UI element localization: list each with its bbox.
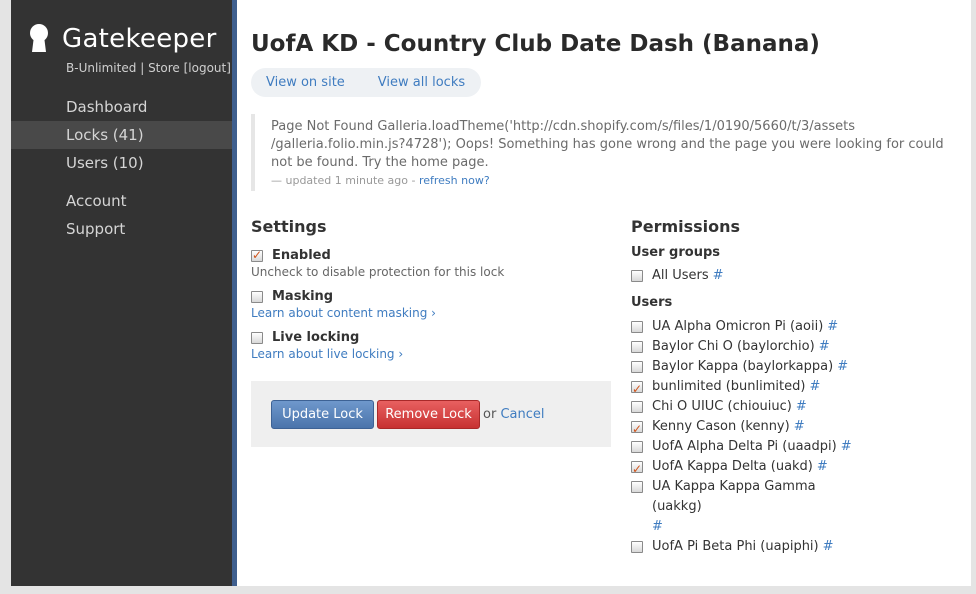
- user-checkbox[interactable]: [631, 419, 643, 439]
- user-hash-link[interactable]: #: [796, 397, 807, 417]
- user-label[interactable]: Kenny Cason (kenny): [652, 417, 790, 437]
- user-hash-link[interactable]: #: [794, 417, 805, 437]
- user-checkbox[interactable]: [631, 541, 643, 553]
- user-label-text[interactable]: UA Kappa Kappa Gamma (uakkg): [652, 479, 816, 514]
- user-row: Baylor Chi O (baylorchio) #: [631, 337, 951, 357]
- user-label[interactable]: UofA Pi Beta Phi (uapiphi): [652, 537, 819, 557]
- user-row: UofA Alpha Delta Pi (uaadpi) #: [631, 437, 951, 457]
- user-checkbox[interactable]: [631, 379, 643, 399]
- store-line: B-Unlimited | Store [logout]: [66, 61, 231, 75]
- sidebar: Gatekeeper B-Unlimited | Store [logout] …: [11, 0, 232, 586]
- store-name: B-Unlimited: [66, 61, 137, 75]
- sidebar-item-support[interactable]: Support: [11, 215, 232, 243]
- masking-label[interactable]: Masking: [272, 289, 333, 304]
- lock-tabs: View on site View all locks: [251, 68, 482, 97]
- user-groups-heading: User groups: [631, 245, 720, 260]
- sidebar-nav: Dashboard Locks (41) Users (10) Account …: [11, 93, 232, 243]
- user-label[interactable]: Chi O UIUC (chiouiuc): [652, 397, 792, 417]
- cancel-link[interactable]: Cancel: [500, 407, 544, 422]
- user-hash-link[interactable]: #: [841, 437, 852, 457]
- enabled-label[interactable]: Enabled: [272, 248, 331, 263]
- live-locking-learn-link[interactable]: Learn about live locking ›: [251, 347, 611, 361]
- permissions-panel: Permissions User groups All Users # User…: [631, 217, 951, 557]
- sidebar-item-users[interactable]: Users (10): [11, 149, 232, 177]
- page-preview-notice: Page Not Found Galleria.loadTheme('http:…: [251, 114, 957, 191]
- store-separator: |: [140, 61, 145, 75]
- user-hash-link[interactable]: #: [809, 377, 820, 397]
- user-checkbox[interactable]: [631, 441, 643, 453]
- user-row: UA Alpha Omicron Pi (aoii) #: [631, 317, 951, 337]
- masking-row: Masking: [251, 289, 611, 304]
- user-hash-link[interactable]: #: [837, 357, 848, 377]
- user-hash-link[interactable]: #: [652, 517, 857, 537]
- user-label[interactable]: UA Alpha Omicron Pi (aoii): [652, 317, 823, 337]
- refresh-link[interactable]: refresh now?: [419, 174, 490, 187]
- user-hash-link[interactable]: #: [823, 537, 834, 557]
- keyhole-icon: [29, 24, 49, 54]
- user-label[interactable]: UofA Alpha Delta Pi (uaadpi): [652, 437, 837, 457]
- user-row: Kenny Cason (kenny) #: [631, 417, 951, 439]
- user-checkbox[interactable]: [631, 361, 643, 373]
- user-row: Chi O UIUC (chiouiuc) #: [631, 397, 951, 417]
- user-label[interactable]: Baylor Chi O (baylorchio): [652, 337, 815, 357]
- update-lock-button[interactable]: Update Lock: [271, 400, 374, 429]
- logout-link[interactable]: [logout]: [184, 61, 231, 75]
- all-users-hash-link[interactable]: #: [713, 266, 724, 286]
- live-locking-row: Live locking: [251, 330, 611, 345]
- main-content: UofA KD - Country Club Date Dash (Banana…: [237, 0, 971, 586]
- app-name: Gatekeeper: [62, 24, 217, 54]
- settings-heading: Settings: [251, 217, 327, 236]
- live-locking-checkbox[interactable]: [251, 331, 263, 344]
- user-row: UofA Kappa Delta (uakd) #: [631, 457, 951, 479]
- user-row: UofA Pi Beta Phi (uapiphi) #: [631, 537, 951, 557]
- store-link[interactable]: Store: [148, 61, 180, 75]
- page-title: UofA KD - Country Club Date Dash (Banana…: [251, 31, 820, 57]
- user-hash-link[interactable]: #: [817, 457, 828, 477]
- or-cancel: or Cancel: [483, 407, 545, 422]
- preview-message: Page Not Found Galleria.loadTheme('http:…: [271, 119, 944, 170]
- view-all-locks-link[interactable]: View all locks: [378, 75, 465, 90]
- user-list: UA Alpha Omicron Pi (aoii) # Baylor Chi …: [631, 317, 951, 557]
- preview-meta: — updated 1 minute ago - refresh now?: [271, 174, 957, 187]
- user-row: bunlimited (bunlimited) #: [631, 377, 951, 399]
- or-text: or: [483, 407, 497, 422]
- view-on-site-link[interactable]: View on site: [266, 75, 345, 90]
- user-label[interactable]: Baylor Kappa (baylorkappa): [652, 357, 833, 377]
- user-hash-link[interactable]: #: [819, 337, 830, 357]
- sidebar-item-dashboard[interactable]: Dashboard: [11, 93, 232, 121]
- all-users-checkbox[interactable]: [631, 270, 643, 282]
- user-checkbox[interactable]: [631, 459, 643, 479]
- sidebar-item-account[interactable]: Account: [11, 187, 232, 215]
- enabled-help: Uncheck to disable protection for this l…: [251, 265, 505, 279]
- user-row: UA Kappa Kappa Gamma (uakkg) #: [631, 477, 951, 537]
- user-label[interactable]: UA Kappa Kappa Gamma (uakkg) #: [652, 477, 857, 537]
- all-users-label[interactable]: All Users: [652, 266, 709, 286]
- enabled-checkbox[interactable]: [251, 248, 263, 262]
- brand[interactable]: Gatekeeper: [29, 24, 217, 54]
- user-checkbox[interactable]: [631, 321, 643, 333]
- user-checkbox[interactable]: [631, 341, 643, 353]
- user-checkbox[interactable]: [631, 481, 643, 493]
- enabled-row: Enabled: [251, 248, 611, 263]
- live-locking-label[interactable]: Live locking: [272, 330, 359, 345]
- user-label[interactable]: UofA Kappa Delta (uakd): [652, 457, 813, 477]
- permissions-heading: Permissions: [631, 217, 741, 236]
- masking-learn-link[interactable]: Learn about content masking ›: [251, 306, 611, 320]
- sidebar-item-locks[interactable]: Locks (41): [11, 121, 232, 149]
- form-actions: Update Lock Remove Lock or Cancel: [251, 381, 611, 447]
- masking-checkbox[interactable]: [251, 290, 263, 303]
- user-label[interactable]: bunlimited (bunlimited): [652, 377, 805, 397]
- user-hash-link[interactable]: #: [827, 317, 838, 337]
- user-checkbox[interactable]: [631, 401, 643, 413]
- user-row: Baylor Kappa (baylorkappa) #: [631, 357, 951, 377]
- group-row-all-users: All Users #: [631, 266, 951, 286]
- remove-lock-button[interactable]: Remove Lock: [377, 400, 480, 429]
- updated-time: — updated 1 minute ago -: [271, 174, 416, 187]
- users-heading: Users: [631, 295, 673, 310]
